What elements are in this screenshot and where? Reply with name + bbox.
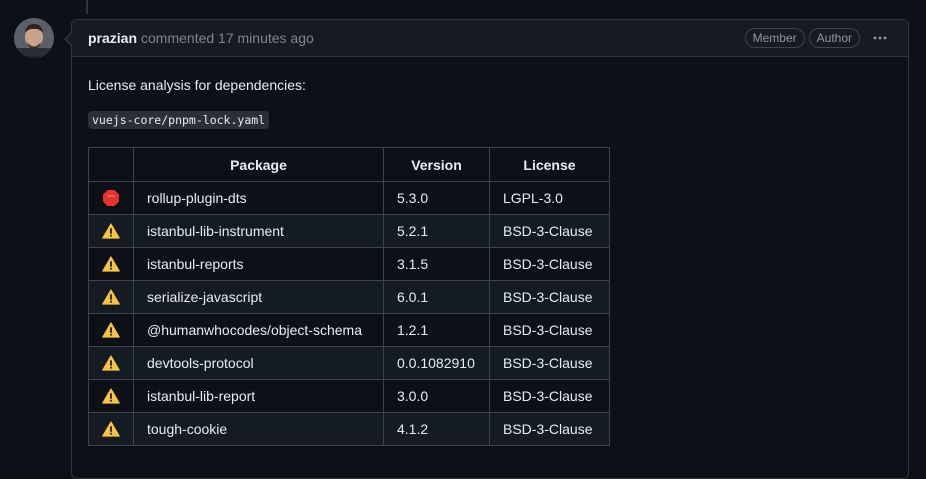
table-row: tough-cookie 4.1.2 BSD-3-Clause [88, 412, 610, 446]
stop-icon [88, 181, 134, 215]
comment-timestamp[interactable]: commented 17 minutes ago [141, 30, 314, 46]
table-header-row: Package Version License [88, 147, 610, 182]
version-cell: 0.0.1082910 [383, 346, 490, 380]
comment-caret-fill [66, 32, 73, 46]
package-cell: serialize-javascript [133, 280, 384, 314]
comment-body: License analysis for dependencies: vuejs… [72, 57, 908, 462]
intro-text: License analysis for dependencies: [88, 77, 306, 93]
warning-icon [88, 247, 134, 281]
package-cell: devtools-protocol [133, 346, 384, 380]
license-cell: BSD-3-Clause [489, 247, 610, 281]
version-cell: 6.0.1 [383, 280, 490, 314]
license-cell: BSD-3-Clause [489, 379, 610, 413]
license-cell: BSD-3-Clause [489, 280, 610, 314]
warning-icon [88, 379, 134, 413]
license-table: Package Version License rollup-plugin-dt… [88, 147, 610, 446]
warning-icon [88, 313, 134, 347]
author-badge: Author [808, 28, 860, 48]
table-row: @humanwhocodes/object-schema 1.2.1 BSD-3-C… [88, 313, 610, 347]
package-cell: @humanwhocodes/object-schema [133, 313, 384, 347]
table-row: istanbul-reports 3.1.5 BSD-3-Clause [88, 247, 610, 281]
package-cell: tough-cookie [133, 412, 384, 446]
version-cell: 3.0.0 [383, 379, 490, 413]
author-link[interactable]: prazian [88, 30, 137, 46]
version-cell: 4.1.2 [383, 412, 490, 446]
table-row: istanbul-lib-instrument 5.2.1 BSD-3-Clause [88, 214, 610, 248]
table-row: devtools-protocol 0.0.1082910 BSD-3-Clause [88, 346, 610, 380]
avatar[interactable] [14, 18, 54, 58]
table-body: rollup-plugin-dts 5.3.0 LGPL-3.0 istanbul-l… [88, 181, 610, 446]
avatar-image [14, 18, 54, 58]
version-cell: 5.2.1 [383, 214, 490, 248]
header-status [88, 147, 134, 182]
timeline-line [86, 0, 88, 14]
version-cell: 1.2.1 [383, 313, 490, 347]
version-cell: 5.3.0 [383, 181, 490, 215]
comment-box: prazian commented 17 minutes ago Member … [64, 19, 909, 479]
package-cell: istanbul-lib-report [133, 379, 384, 413]
license-cell: BSD-3-Clause [489, 313, 610, 347]
license-cell: BSD-3-Clause [489, 346, 610, 380]
warning-icon [88, 412, 134, 446]
member-badge: Member [744, 28, 805, 48]
license-cell: LGPL-3.0 [489, 181, 610, 215]
license-cell: BSD-3-Clause [489, 412, 610, 446]
warning-icon [88, 346, 134, 380]
table-row: istanbul-lib-report 3.0.0 BSD-3-Clause [88, 379, 610, 413]
version-cell: 3.1.5 [383, 247, 490, 281]
kebab-menu-icon[interactable] [868, 28, 892, 48]
package-cell: istanbul-lib-instrument [133, 214, 384, 248]
comment-header: prazian commented 17 minutes ago Member … [72, 20, 908, 57]
header-license: License [489, 147, 610, 182]
table-row: rollup-plugin-dts 5.3.0 LGPL-3.0 [88, 181, 610, 215]
package-cell: rollup-plugin-dts [133, 181, 384, 215]
warning-icon [88, 214, 134, 248]
header-actions: Member Author [744, 28, 892, 48]
license-cell: BSD-3-Clause [489, 214, 610, 248]
header-version: Version [383, 147, 490, 182]
package-cell: istanbul-reports [133, 247, 384, 281]
warning-icon [88, 280, 134, 314]
table-row: serialize-javascript 6.0.1 BSD-3-Clause [88, 280, 610, 314]
lockfile-code: vuejs-core/pnpm-lock.yaml [88, 111, 270, 129]
header-package: Package [133, 147, 384, 182]
